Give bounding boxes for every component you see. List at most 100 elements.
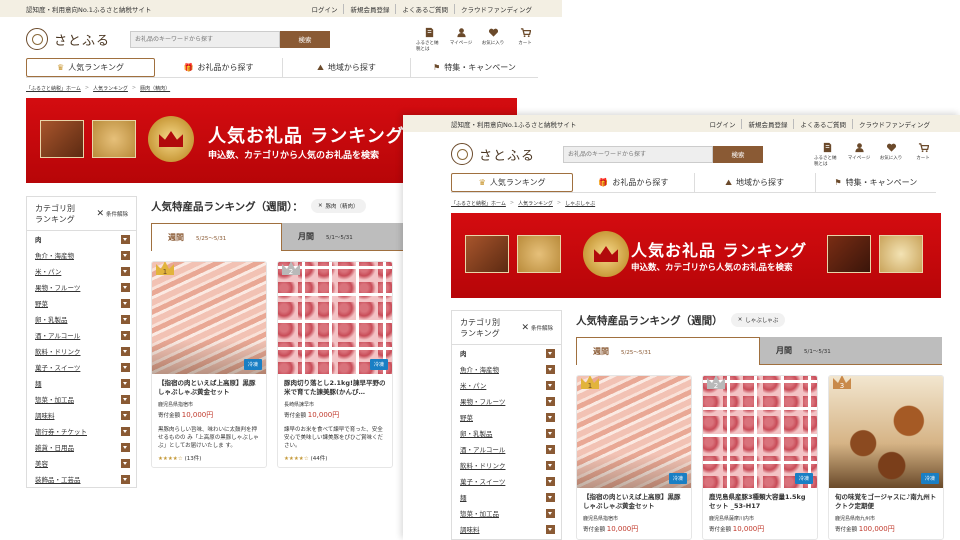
chevron-down-icon[interactable] — [546, 412, 555, 422]
product-card[interactable]: 冷凍 3 旬の味覚をゴージャスに♪南九州トクトク定期便 鹿児島県南九州市 寄付金… — [828, 375, 944, 540]
chevron-down-icon[interactable] — [546, 508, 555, 518]
sidebar-item-category[interactable]: 調味料 — [27, 407, 136, 423]
breadcrumb-ranking[interactable]: 人気ランキング — [518, 200, 553, 207]
sidebar-item-category[interactable]: 装飾品・工芸品 — [27, 471, 136, 487]
chevron-down-icon[interactable] — [121, 282, 130, 292]
sidebar-item-category[interactable]: 飲料・ドリンク — [27, 343, 136, 359]
sidebar-item-category[interactable]: 肉 — [452, 345, 561, 361]
product-name[interactable]: 豚肉切り落とし2.1kg!諫早平野の米で育てた諫美豚(かんび… — [284, 379, 386, 397]
sidebar-item-category[interactable]: 麺 — [27, 375, 136, 391]
sidebar-item-category[interactable]: 菓子・スイーツ — [27, 359, 136, 375]
filter-chip[interactable]: ✕ 豚肉（精肉） — [310, 199, 366, 213]
chevron-down-icon[interactable] — [121, 442, 130, 452]
nav-region[interactable]: ⛰ 地域から探す — [695, 173, 816, 192]
chevron-down-icon[interactable] — [121, 314, 130, 324]
chevron-down-icon[interactable] — [121, 266, 130, 276]
chevron-down-icon[interactable] — [546, 380, 555, 390]
breadcrumb-ranking[interactable]: 人気ランキング — [93, 85, 128, 92]
sidebar-item-category[interactable]: 酒・アルコール — [27, 327, 136, 343]
site-logo[interactable]: さとふる — [451, 143, 535, 165]
chevron-down-icon[interactable] — [121, 234, 130, 244]
chevron-down-icon[interactable] — [546, 396, 555, 406]
cart-button[interactable]: カート — [512, 27, 538, 52]
sidebar-item-category[interactable]: 魚介・海産物 — [27, 247, 136, 263]
chevron-down-icon[interactable] — [121, 394, 130, 404]
chevron-down-icon[interactable] — [546, 476, 555, 486]
about-button[interactable]: ふるさと納税とは — [416, 27, 442, 52]
clear-filter-button[interactable]: ✕ 条件解除 — [96, 209, 128, 219]
tab-monthly[interactable]: 月間 5/1〜5/31 — [760, 337, 942, 365]
chevron-down-icon[interactable] — [121, 250, 130, 260]
sidebar-item-category[interactable]: 菓子・スイーツ — [452, 473, 561, 489]
product-card[interactable]: 冷凍 1 【指宿の肉といえば上高原】黒豚しゃぶしゃぶ黄金セット 鹿児島県指宿市 … — [151, 261, 267, 468]
product-card[interactable]: 冷凍 2 鹿児島県産豚3種類大容量1.5kgセット _53-H17 鹿児島県薩摩… — [702, 375, 818, 540]
favorites-button[interactable]: お気に入り — [480, 27, 506, 52]
favorites-button[interactable]: お気に入り — [878, 142, 904, 167]
chevron-down-icon[interactable] — [121, 378, 130, 388]
about-button[interactable]: ふるさと納税とは — [814, 142, 840, 167]
sidebar-item-category[interactable]: 惣菜・加工品 — [27, 391, 136, 407]
chevron-down-icon[interactable] — [546, 460, 555, 470]
nav-ranking[interactable]: ♛ 人気ランキング — [451, 173, 574, 192]
tab-monthly[interactable]: 月間 5/1〜5/31 — [282, 223, 411, 251]
nav-ranking[interactable]: ♛ 人気ランキング — [26, 58, 155, 77]
sidebar-item-category[interactable]: 調味料 — [452, 521, 561, 537]
breadcrumb-home[interactable]: 「ふるさと納税」ホーム — [26, 85, 81, 92]
sidebar-item-category[interactable]: 麺 — [452, 489, 561, 505]
sidebar-item-category[interactable]: 卵・乳製品 — [27, 311, 136, 327]
nav-gifts[interactable]: 🎁 お礼品から探す — [155, 58, 283, 77]
nav-region[interactable]: ⛰ 地域から探す — [283, 58, 411, 77]
login-link[interactable]: ログイン — [305, 4, 343, 14]
sidebar-item-category[interactable]: 卵・乳製品 — [452, 425, 561, 441]
chevron-down-icon[interactable] — [121, 346, 130, 356]
chevron-down-icon[interactable] — [121, 426, 130, 436]
chevron-down-icon[interactable] — [546, 348, 555, 358]
chevron-down-icon[interactable] — [121, 474, 130, 484]
login-link[interactable]: ログイン — [703, 119, 741, 129]
sidebar-item-category[interactable]: 美容 — [27, 455, 136, 471]
sidebar-item-category[interactable]: 米・パン — [27, 263, 136, 279]
mypage-button[interactable]: マイページ — [448, 27, 474, 52]
product-name[interactable]: 【指宿の肉といえば上高原】黒豚しゃぶしゃぶ黄金セット — [583, 493, 685, 511]
chevron-down-icon[interactable] — [121, 410, 130, 420]
chevron-down-icon[interactable] — [546, 444, 555, 454]
chevron-down-icon[interactable] — [121, 298, 130, 308]
chevron-down-icon[interactable] — [546, 492, 555, 502]
product-name[interactable]: 旬の味覚をゴージャスに♪南九州トクトク定期便 — [835, 493, 937, 511]
nav-gifts[interactable]: 🎁 お礼品から探す — [573, 173, 695, 192]
faq-link[interactable]: よくあるご質問 — [395, 3, 454, 14]
register-link[interactable]: 新規会員登録 — [343, 3, 395, 14]
chevron-down-icon[interactable] — [121, 330, 130, 340]
tab-weekly[interactable]: 週間 5/25〜5/31 — [151, 223, 282, 251]
crowdfunding-link[interactable]: クラウドファンディング — [453, 3, 538, 14]
product-card[interactable]: 冷凍 1 【指宿の肉といえば上高原】黒豚しゃぶしゃぶ黄金セット 鹿児島県指宿市 … — [576, 375, 692, 540]
mypage-button[interactable]: マイページ — [846, 142, 872, 167]
crowdfunding-link[interactable]: クラウドファンディング — [851, 118, 936, 129]
sidebar-item-category[interactable]: 肉 — [27, 231, 136, 247]
product-card[interactable]: 冷凍 2 豚肉切り落とし2.1kg!諫早平野の米で育てた諫美豚(かんび… 長崎県… — [277, 261, 393, 468]
sidebar-item-category[interactable]: 旅行券・チケット — [27, 423, 136, 439]
clear-filter-button[interactable]: ✕ 条件解除 — [521, 323, 553, 333]
site-logo[interactable]: さとふる — [26, 28, 110, 50]
sidebar-item-category[interactable]: 惣菜・加工品 — [452, 505, 561, 521]
chevron-down-icon[interactable] — [546, 428, 555, 438]
sidebar-item-category[interactable]: 酒・アルコール — [452, 441, 561, 457]
product-name[interactable]: 鹿児島県産豚3種類大容量1.5kgセット _53-H17 — [709, 493, 811, 511]
sidebar-item-category[interactable]: 飲料・ドリンク — [452, 457, 561, 473]
sidebar-item-category[interactable]: 野菜 — [452, 409, 561, 425]
sidebar-item-category[interactable]: 果物・フルーツ — [452, 393, 561, 409]
search-input[interactable] — [130, 30, 281, 48]
sidebar-item-category[interactable]: 野菜 — [27, 295, 136, 311]
chevron-down-icon[interactable] — [546, 364, 555, 374]
register-link[interactable]: 新規会員登録 — [741, 118, 793, 129]
sidebar-item-category[interactable]: 魚介・海産物 — [452, 361, 561, 377]
chevron-down-icon[interactable] — [121, 362, 130, 372]
filter-chip[interactable]: ✕ しゃぶしゃぶ — [730, 313, 786, 327]
breadcrumb-current[interactable]: 豚肉（精肉） — [140, 85, 170, 92]
breadcrumb-home[interactable]: 「ふるさと納税」ホーム — [451, 200, 506, 207]
search-button[interactable]: 検索 — [713, 145, 764, 163]
nav-feature[interactable]: ⚑ 特集・キャンペーン — [816, 173, 936, 192]
chevron-down-icon[interactable] — [121, 458, 130, 468]
chevron-down-icon[interactable] — [546, 524, 555, 534]
product-name[interactable]: 【指宿の肉といえば上高原】黒豚しゃぶしゃぶ黄金セット — [158, 379, 260, 397]
